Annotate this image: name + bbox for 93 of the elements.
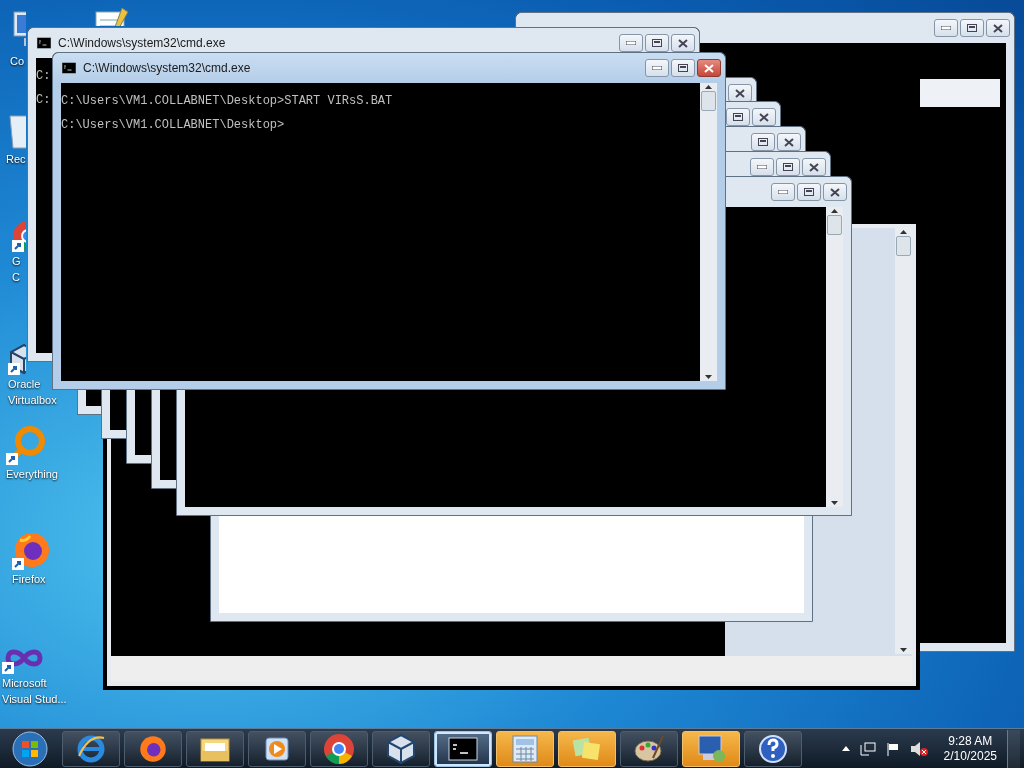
- close-icon: [784, 137, 794, 147]
- taskbar-button[interactable]: [372, 730, 430, 767]
- scroll-thumb[interactable]: [827, 215, 842, 235]
- close-button[interactable]: [777, 133, 801, 151]
- maximize-icon: [678, 64, 688, 72]
- show-hidden-icons-icon[interactable]: [841, 746, 850, 751]
- close-button[interactable]: [728, 84, 752, 102]
- fox-logo-icon[interactable]: [12, 530, 52, 570]
- desktop-icon-label[interactable]: Rec: [6, 152, 26, 166]
- maximize-icon: [758, 138, 768, 146]
- scroll-up-icon: [705, 85, 712, 89]
- maximize-button[interactable]: [671, 59, 695, 77]
- desktop-icon-label[interactable]: Oracle: [8, 377, 41, 391]
- scrollbar[interactable]: [826, 207, 843, 507]
- console-icon: [36, 37, 52, 49]
- network-icon[interactable]: [859, 741, 876, 756]
- palette-icon: [633, 733, 665, 764]
- window-title: C:\Windows\system32\cmd.exe: [83, 61, 252, 75]
- close-icon: [759, 112, 769, 122]
- close-button[interactable]: [823, 183, 847, 201]
- taskbar-button[interactable]: [744, 730, 802, 767]
- scrollbar[interactable]: [700, 83, 717, 381]
- fox-logo-icon: [138, 733, 168, 764]
- close-icon: [704, 63, 714, 73]
- minimize-icon: [941, 26, 951, 30]
- maximize-icon: [652, 39, 662, 47]
- scroll-up-icon: [900, 230, 907, 234]
- close-button[interactable]: [986, 19, 1010, 37]
- maximize-button[interactable]: [726, 108, 750, 126]
- desktop-icon-label[interactable]: C: [12, 270, 20, 284]
- desktop-icon-label[interactable]: Microsoft: [2, 676, 47, 690]
- maximize-button[interactable]: [751, 133, 775, 151]
- show-desktop-button[interactable]: [1007, 729, 1020, 768]
- maximize-icon: [967, 24, 977, 32]
- scroll-down-icon: [900, 648, 907, 652]
- console-line: C:\Users\VM1.COLLABNET\Desktop>: [61, 118, 285, 132]
- start-orb-icon: [12, 730, 48, 767]
- console-icon: [448, 736, 478, 761]
- close-icon: [678, 38, 688, 48]
- scroll-down-icon: [705, 375, 712, 379]
- taskbar-button[interactable]: [186, 730, 244, 767]
- taskbar-button[interactable]: [310, 730, 368, 767]
- close-icon: [735, 88, 745, 98]
- maximize-icon: [783, 163, 793, 171]
- clock-time[interactable]: 9:28 AM: [948, 733, 993, 749]
- minimize-icon: [652, 66, 662, 70]
- ring-logo-icon: [323, 732, 355, 765]
- maximize-icon: [804, 188, 814, 196]
- calculator-icon: [511, 733, 539, 764]
- close-icon: [993, 23, 1003, 33]
- window-title: C:\Windows\system32\cmd.exe: [58, 36, 227, 50]
- close-button[interactable]: [802, 158, 826, 176]
- magnifier-ring-icon[interactable]: [6, 425, 46, 465]
- maximize-button[interactable]: [960, 19, 984, 37]
- clock-date[interactable]: 2/10/2025: [943, 748, 997, 764]
- minimize-icon: [778, 190, 788, 194]
- letter-e-icon: [76, 733, 106, 764]
- desktop-icon-label[interactable]: Firefox: [12, 572, 46, 586]
- console-line: C:\Users\VM1.COLLABNET\Desktop>START VIRsS.BAT: [61, 94, 393, 108]
- help-icon: [758, 733, 788, 764]
- desktop-icon-label[interactable]: Co: [10, 54, 25, 68]
- console-icon: [61, 62, 77, 74]
- flag-icon[interactable]: [885, 741, 900, 756]
- maximize-button[interactable]: [776, 158, 800, 176]
- maximize-button[interactable]: [645, 34, 669, 52]
- desktop-icon-label[interactable]: G: [12, 254, 21, 268]
- minimize-icon: [626, 41, 636, 45]
- taskbar-button[interactable]: [248, 730, 306, 767]
- close-icon: [809, 162, 819, 172]
- taskbar-button[interactable]: [620, 730, 678, 767]
- minimize-icon: [757, 165, 767, 169]
- scroll-thumb[interactable]: [896, 236, 911, 256]
- maximize-icon: [733, 113, 743, 121]
- close-button[interactable]: [752, 108, 776, 126]
- taskbar-button[interactable]: [434, 730, 492, 767]
- console-line: C:: [36, 93, 51, 107]
- desktop-icon-label[interactable]: Visual Stud...: [2, 692, 67, 706]
- monitor-icon: [695, 733, 727, 764]
- close-icon: [830, 187, 840, 197]
- console-line: C:: [36, 69, 51, 83]
- maximize-button[interactable]: [797, 183, 821, 201]
- scroll-thumb[interactable]: [701, 91, 716, 111]
- desktop-icon-label[interactable]: Virtualbox: [8, 393, 57, 407]
- close-button[interactable]: [697, 59, 721, 77]
- text-field[interactable]: [920, 79, 1000, 107]
- speaker-icon[interactable]: [909, 740, 928, 757]
- close-button[interactable]: [671, 34, 695, 52]
- taskbar-button[interactable]: [124, 730, 182, 767]
- scroll-up-icon: [831, 209, 838, 213]
- cube-icon: [385, 732, 417, 765]
- taskbar-button[interactable]: [62, 730, 120, 767]
- scroll-down-icon: [831, 501, 838, 505]
- desktop-icon-label[interactable]: Everything: [6, 467, 58, 481]
